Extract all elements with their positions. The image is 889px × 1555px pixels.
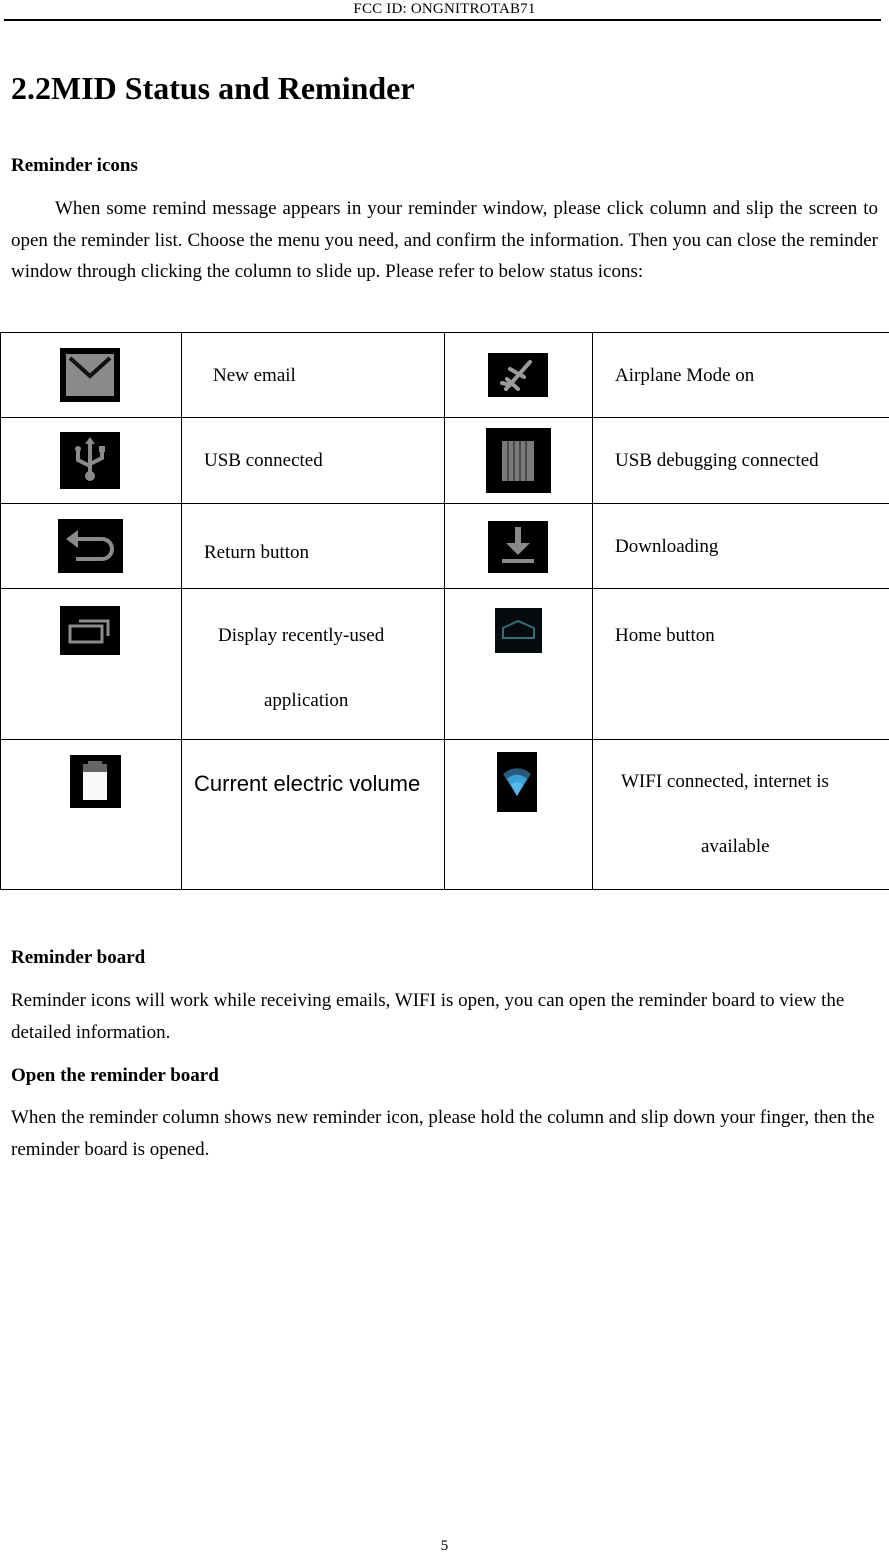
home-icon — [495, 608, 542, 653]
icon-cell — [445, 418, 593, 504]
usb-debugging-icon — [486, 428, 551, 493]
label-cell: USB connected — [182, 418, 445, 504]
open-board-heading: Open the reminder board — [11, 1065, 219, 1087]
table-row: USB connected USB debugging connected — [1, 418, 889, 504]
wifi-icon — [497, 752, 537, 812]
icon-label: Current electric volume — [194, 771, 420, 797]
icon-label: Home button — [615, 625, 715, 647]
label-cell: Airplane Mode on — [593, 333, 889, 418]
battery-icon — [70, 755, 121, 808]
icon-label: USB connected — [204, 450, 323, 472]
icon-label: Display recently-used — [218, 625, 384, 647]
icon-label: Airplane Mode on — [615, 365, 754, 387]
icon-label: Return button — [204, 542, 309, 564]
label-cell: Home button — [593, 589, 889, 740]
label-cell: Current electric volume — [182, 740, 445, 890]
reminder-icons-heading: Reminder icons — [11, 155, 138, 177]
icon-label: USB debugging connected — [615, 450, 819, 472]
header-rule — [4, 19, 881, 21]
page-number: 5 — [0, 1538, 889, 1555]
reminder-board-paragraph: Reminder icons will work while receiving… — [11, 985, 878, 1048]
table-row: New email Airplane Mode on — [1, 333, 889, 418]
label-cell: Downloading — [593, 504, 889, 589]
table-row: Return button Downloading — [1, 504, 889, 589]
icon-cell — [1, 740, 182, 890]
table-row: Current electric volume WIFI connected, … — [1, 740, 889, 890]
table-row: Display recently-used application Home b… — [1, 589, 889, 740]
label-cell: WIFI connected, internet is available — [593, 740, 889, 890]
label-cell: Return button — [182, 504, 445, 589]
icon-cell — [1, 418, 182, 504]
open-board-paragraph: When the reminder column shows new remin… — [11, 1102, 878, 1165]
icon-label: New email — [213, 365, 296, 387]
label-cell: New email — [182, 333, 445, 418]
icon-cell — [445, 589, 593, 740]
page-header: FCC ID: ONGNITROTAB71 — [0, 0, 889, 21]
icon-label: WIFI connected, internet is — [621, 771, 829, 793]
airplane-icon — [488, 353, 548, 397]
reminder-icons-paragraph: When some remind message appears in your… — [11, 193, 878, 288]
fcc-id-header: FCC ID: ONGNITROTAB71 — [0, 1, 889, 18]
icon-label: Downloading — [615, 536, 718, 558]
icon-cell — [1, 333, 182, 418]
label-cell: Display recently-used application — [182, 589, 445, 740]
status-icons-table: New email Airplane Mode on USB connected… — [0, 332, 889, 890]
icon-label: application — [264, 690, 348, 712]
usb-icon — [60, 432, 120, 489]
label-cell: USB debugging connected — [593, 418, 889, 504]
reminder-board-heading: Reminder board — [11, 947, 145, 969]
icon-cell — [445, 740, 593, 890]
icon-cell — [1, 589, 182, 740]
recent-apps-icon — [60, 606, 120, 655]
icon-cell — [445, 504, 593, 589]
return-icon — [58, 519, 123, 573]
section-title: 2.2MID Status and Reminder — [11, 70, 415, 107]
icon-cell — [1, 504, 182, 589]
email-icon — [60, 348, 120, 402]
download-icon — [488, 521, 548, 573]
icon-cell — [445, 333, 593, 418]
icon-label: available — [701, 836, 770, 858]
